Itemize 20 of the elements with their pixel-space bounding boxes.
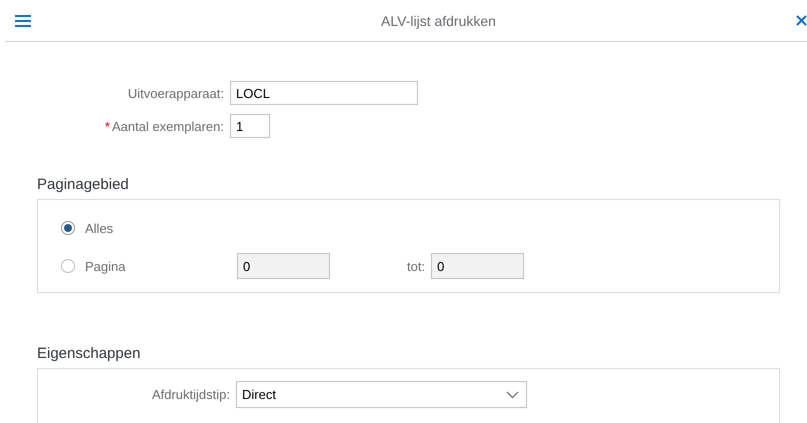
field-label: Aantal exemplaren: <box>112 118 224 134</box>
radio-label: Alles <box>85 220 114 236</box>
section-heading: Eigenschappen <box>37 345 142 362</box>
chevron-down-icon <box>506 390 519 398</box>
close-icon[interactable] <box>796 15 807 26</box>
radio-button[interactable] <box>61 259 75 273</box>
input-field[interactable]: LOCL <box>230 81 418 105</box>
menu-icon[interactable] <box>15 14 31 26</box>
required-asterisk: * <box>104 118 110 134</box>
dropdown-field[interactable]: Direct <box>236 381 527 408</box>
dialog-title: ALV-lijst afdrukken <box>381 12 496 28</box>
section-heading: Paginagebied <box>37 176 130 193</box>
radio-button[interactable] <box>61 221 75 235</box>
field-label: tot: <box>407 258 426 274</box>
radio-label: Pagina <box>85 258 126 274</box>
input-field[interactable]: 1 <box>230 114 270 138</box>
field-label: Uitvoerapparaat: <box>128 86 224 100</box>
input-field[interactable]: 0 <box>431 253 524 279</box>
field-label: Afdruktijdstip: <box>152 387 230 402</box>
input-field[interactable]: 0 <box>237 253 330 279</box>
